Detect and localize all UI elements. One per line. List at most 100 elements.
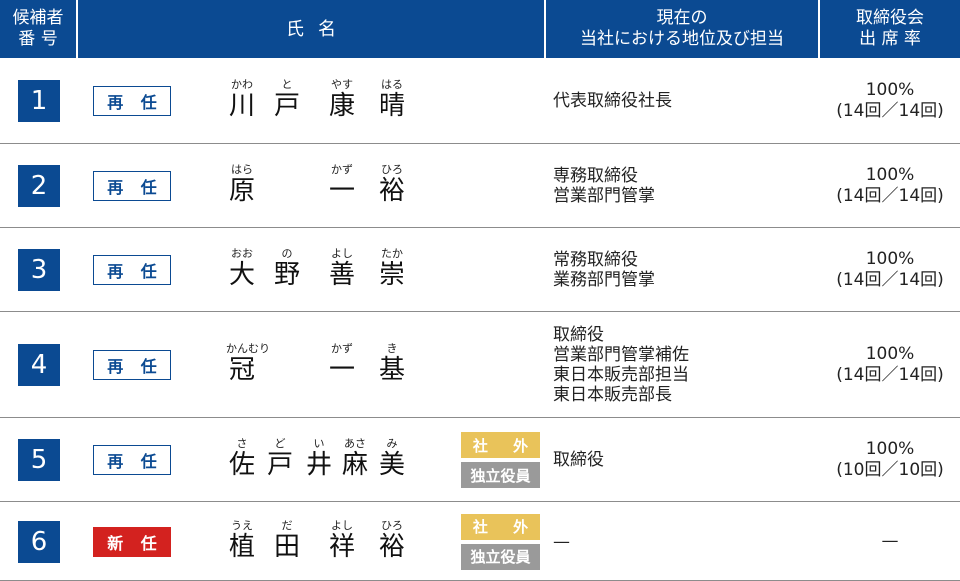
outside-director-badges: 社 外独立役員 [461, 432, 540, 488]
name-character [271, 343, 303, 355]
position-line: 営業部門管掌 [553, 186, 655, 206]
header-attendance-line1: 取締役会 [856, 8, 924, 28]
attendance-line: (10回／10回) [836, 460, 944, 480]
position-line: — [553, 531, 570, 552]
name-character: うえ植 [226, 518, 258, 562]
reappointment-badge: 再 任 [93, 255, 171, 285]
name-character: かず一 [326, 342, 358, 386]
name-ruby: き [386, 342, 398, 355]
name-ruby: かず [331, 342, 353, 355]
name-character: ひろ裕 [376, 518, 408, 562]
name-ruby: ひろ [381, 518, 403, 532]
name-ruby: たか [381, 247, 403, 260]
header-num-line1: 候補者 [12, 8, 64, 28]
current-position: 取締役 営業部門管掌補佐 東日本販売部担当 東日本販売部長 [553, 312, 818, 418]
name-kanji: 戸 [273, 91, 300, 121]
name-kanji: 善 [328, 260, 355, 290]
name-ruby: やす [331, 78, 353, 91]
name-character: おお大 [226, 247, 258, 291]
name-character: はら原 [226, 163, 258, 207]
name-ruby: よし [331, 518, 353, 532]
name-character: い井 [303, 437, 335, 481]
position-line: 取締役 [553, 450, 604, 470]
attendance-rate: 100% (14回／14回) [820, 58, 960, 144]
name-character: ど戸 [264, 437, 296, 481]
position-line: 代表取締役社長 [553, 91, 672, 111]
position-line: 東日本販売部長 [553, 385, 672, 405]
attendance-rate: 100% (14回／14回) [820, 312, 960, 418]
current-position: 常務取締役 業務部門管掌 [553, 228, 818, 312]
header-num-line2: 番 号 [18, 29, 58, 49]
attendance-line: 100% [865, 439, 915, 459]
new-appointment-badge: 新 任 [93, 526, 171, 557]
name-kanji: 祥 [328, 531, 355, 562]
name-character: かわ川 [226, 78, 258, 122]
table-row: 4 再 任 かんむり冠 かず一 き基 取締役 営業部門管掌補佐 東日本販売部担当 東日本販売部長… [0, 312, 960, 418]
name-kanji: 佐 [228, 450, 255, 480]
candidate-number: 5 [18, 439, 60, 481]
name-ruby: かんむり [226, 342, 270, 355]
name-kanji: 裕 [378, 531, 405, 562]
name-ruby: い [313, 437, 325, 450]
name-kanji: 基 [378, 355, 405, 385]
name-ruby: だ [281, 518, 293, 532]
name-kanji: 美 [378, 450, 405, 480]
name-character [271, 164, 303, 176]
attendance-line: 100% [865, 249, 915, 269]
name-ruby: かず [331, 163, 353, 176]
attendance-rate: 100% (14回／14回) [820, 144, 960, 228]
attendance-line: (14回／14回) [836, 186, 944, 206]
name-character: はる晴 [376, 79, 408, 122]
candidate-number: 3 [18, 249, 60, 291]
name-character: み美 [376, 438, 408, 481]
name-kanji: 裕 [378, 176, 405, 206]
candidate-number: 2 [18, 165, 60, 207]
attendance-line: (14回／14回) [836, 270, 944, 290]
candidate-number: 6 [18, 520, 60, 563]
header-position: 現在の 当社における地位及び担当 [546, 0, 818, 58]
name-character: の野 [271, 247, 303, 291]
name-kanji: 戸 [266, 450, 293, 480]
name-ruby: の [281, 247, 293, 260]
attendance-line: 100% [865, 344, 915, 364]
position-line: 取締役 [553, 325, 604, 345]
name-kanji: 崇 [378, 260, 405, 290]
reappointment-badge: 再 任 [93, 171, 171, 201]
name-character: さ佐 [226, 438, 258, 481]
attendance-line: (14回／14回) [836, 365, 944, 385]
header-name-label: 氏名 [286, 18, 350, 40]
name-ruby: うえ [231, 518, 253, 532]
header-attendance-line2: 出 席 率 [859, 29, 921, 49]
reappointment-badge: 再 任 [93, 350, 171, 380]
name-ruby: はら [231, 163, 253, 176]
name-kanji: 植 [228, 531, 255, 562]
position-line: 常務取締役 [553, 250, 638, 270]
name-character: やす康 [326, 78, 358, 122]
name-character: だ田 [271, 518, 303, 562]
name-ruby [271, 164, 303, 176]
name-kanji: 一 [328, 176, 355, 206]
name-character: あさ麻 [339, 438, 371, 481]
name-ruby: かわ [231, 78, 253, 91]
independent-officer-badge: 独立役員 [461, 543, 540, 570]
name-character: よし祥 [326, 518, 358, 562]
attendance-rate: 100% (14回／14回) [820, 228, 960, 312]
name-ruby [271, 343, 303, 355]
name-kanji: 麻 [341, 450, 368, 480]
candidate-number: 4 [18, 344, 60, 386]
table-row: 2再 任はら原かず一ひろ裕専務取締役 営業部門管掌 100% (14回／14回) [0, 144, 960, 228]
header-position-line2: 当社における地位及び担当 [580, 29, 784, 49]
name-ruby: ど [274, 437, 286, 450]
name-kanji: 晴 [378, 91, 405, 121]
table-row: 5再 任さ佐ど戸い井あさ麻み美社 外独立役員 取締役 100% (10回／10回) [0, 418, 960, 502]
name-kanji: 冠 [228, 355, 255, 385]
name-kanji: 大 [228, 260, 255, 290]
name-character: かんむり冠 [226, 342, 270, 386]
name-ruby: と [281, 78, 293, 91]
name-ruby: おお [231, 247, 253, 260]
name-kanji: 川 [228, 91, 255, 121]
header-candidate-number: 候補者 番 号 [0, 0, 76, 58]
name-character: ひろ裕 [376, 164, 408, 207]
reappointment-badge: 再 任 [93, 445, 171, 475]
name-character: かず一 [326, 163, 358, 207]
